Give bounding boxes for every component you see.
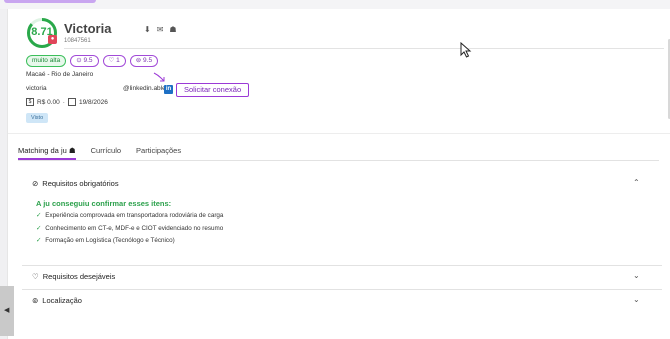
- candidate-username: victoria: [26, 85, 47, 92]
- candidate-card: 8.71 ● Victoria 10847561 ⬇ ✉ ☗ muito alt…: [7, 9, 670, 339]
- header-icons: ⬇ ✉ ☗: [144, 25, 177, 34]
- score-badge-label: 9.5: [83, 57, 93, 64]
- candidate-id: 10847561: [64, 38, 91, 44]
- check-icon: ✓: [36, 225, 42, 232]
- requirement-item: ✓ Experiência comprovada em transportador…: [36, 212, 223, 219]
- heart-icon: ♡: [108, 57, 117, 64]
- mandatory-header[interactable]: ⊘ Requisitos obrigatórios: [32, 179, 119, 188]
- money-icon: $: [26, 98, 34, 106]
- desirable-header[interactable]: ♡ Requisitos desejáveis: [32, 272, 115, 281]
- salary: R$ 0.00: [37, 98, 60, 106]
- requirement-text: Formação em Logística (Tecnólogo e Técni…: [45, 237, 175, 244]
- linkedin-icon[interactable]: in: [164, 85, 173, 94]
- score-badge: ⊙ 9.5: [70, 55, 99, 67]
- tab-matching[interactable]: Matching da ju ☗: [18, 146, 76, 160]
- heart-icon: ♡: [32, 272, 39, 281]
- desirable-title: Requisitos desejáveis: [42, 272, 116, 281]
- requirement-text: Experiência comprovada em transportadora…: [45, 212, 224, 219]
- requirement-text: Conhecimento em CT-e, MDF-e e CIOT evide…: [45, 225, 224, 232]
- check-icon: ✓: [36, 212, 42, 219]
- top-strip: [0, 0, 670, 9]
- email-icon[interactable]: ✉: [157, 25, 164, 34]
- requirement-item: ✓ Conhecimento em CT-e, MDF-e e CIOT evid…: [36, 225, 223, 232]
- calendar-icon: [67, 98, 76, 106]
- requirement-item: ✓ Formação em Logística (Tecnólogo e Técn…: [36, 237, 175, 244]
- tab-participations[interactable]: Participações: [136, 146, 181, 160]
- match-badge: muito alta: [26, 55, 67, 67]
- header-divider: [64, 48, 664, 49]
- heart-badge: ♡ 1: [102, 55, 126, 67]
- heart-badge-label: 1: [116, 57, 120, 64]
- status-badge: Visto: [26, 113, 49, 123]
- caret-left-icon: ◀: [4, 307, 10, 314]
- mandatory-title: Requisitos obrigatórios: [42, 179, 119, 188]
- candidate-name: Victoria: [64, 21, 112, 36]
- tab-bar: Matching da ju ☗ Currículo Participações: [18, 146, 181, 160]
- salary-date-row: $ R$ 0.00 · 19/8/2026: [26, 98, 108, 106]
- location-header[interactable]: ⊚ Localização: [32, 296, 82, 305]
- request-connection-button[interactable]: Solicitar conexão: [176, 83, 250, 97]
- location-badge: ⊚ 9.5: [129, 55, 159, 67]
- candidate-location: Macaé - Rio de Janeiro: [26, 71, 94, 78]
- location-badge-label: 9.5: [143, 57, 153, 64]
- bot-icon: ☗: [68, 146, 76, 155]
- chevron-down-icon[interactable]: ⌄: [633, 271, 670, 280]
- mouse-cursor-icon: [460, 42, 472, 58]
- collapse-side-tab[interactable]: ◀: [0, 286, 14, 336]
- badge-row: muito alta ⊙ 9.5 ♡ 1 ⊚ 9.5: [26, 55, 159, 67]
- pin-icon: ⊚: [135, 57, 144, 64]
- check-icon: ✓: [36, 237, 42, 244]
- check-circle-icon: ⊘: [32, 179, 39, 188]
- top-pill: [4, 0, 96, 3]
- download-icon[interactable]: ⬇: [144, 25, 151, 34]
- confirmed-title: A ju conseguiu confirmar esses itens:: [36, 199, 172, 208]
- tab-matching-label: Matching da ju: [18, 146, 67, 155]
- chevron-down-icon[interactable]: ⌄: [633, 295, 670, 304]
- user-icon[interactable]: ☗: [169, 25, 176, 34]
- panel-divider: [22, 265, 662, 266]
- location-title: Localização: [42, 296, 82, 305]
- section-separator: [8, 133, 670, 134]
- tab-curriculum[interactable]: Currículo: [91, 146, 121, 160]
- panel-divider: [22, 289, 662, 290]
- tab-divider: [18, 160, 659, 161]
- separator-dot: ·: [62, 98, 65, 106]
- arrow-icon: [153, 72, 165, 82]
- linkedin-handle: @linkedin.abler: [123, 85, 168, 92]
- chevron-up-icon[interactable]: ⌃: [633, 178, 670, 187]
- location-pin-icon: ●: [48, 35, 57, 44]
- pin-icon: ⊚: [32, 296, 39, 305]
- date: 19/8/2026: [78, 98, 108, 106]
